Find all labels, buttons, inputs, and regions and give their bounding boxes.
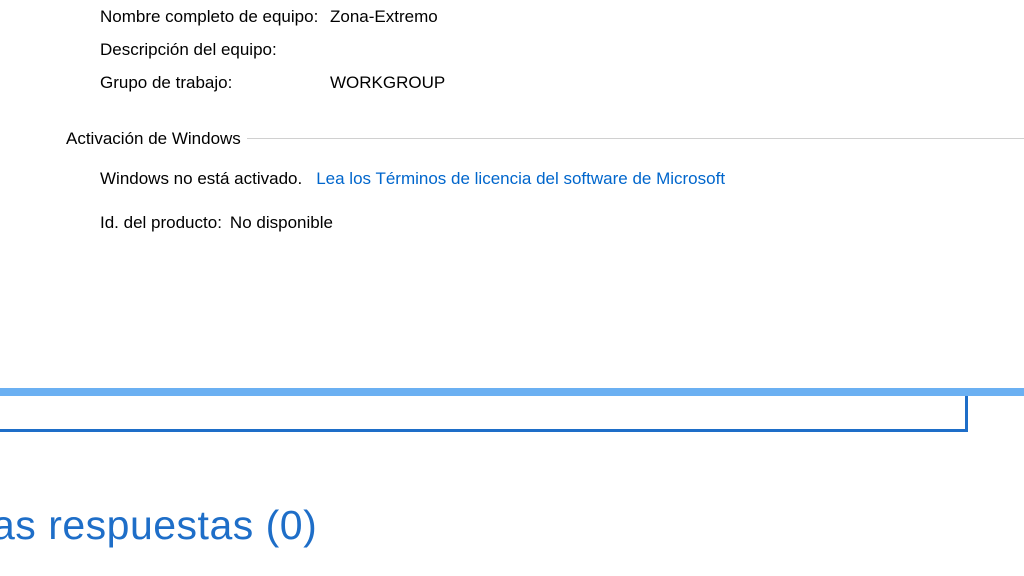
workgroup-value: WORKGROUP	[330, 72, 1024, 95]
activation-title: Activación de Windows	[66, 129, 247, 149]
license-terms-link[interactable]: Lea los Términos de licencia del softwar…	[316, 169, 725, 189]
product-id-value: No disponible	[230, 213, 333, 233]
description-value	[330, 39, 1024, 62]
system-info-panel: Nombre completo de equipo: Zona-Extremo …	[0, 0, 1024, 233]
product-id-label: Id. del producto:	[100, 213, 222, 233]
description-label: Descripción del equipo:	[100, 39, 330, 62]
computer-name-value: Zona-Extremo	[330, 6, 1024, 29]
activation-section-header: Activación de Windows	[66, 129, 1024, 149]
description-row: Descripción del equipo:	[100, 39, 1024, 62]
workgroup-row: Grupo de trabajo: WORKGROUP	[100, 72, 1024, 95]
activation-status-row: Windows no está activado. Lea los Términ…	[100, 169, 1024, 189]
computer-name-label: Nombre completo de equipo:	[100, 6, 330, 29]
computer-name-row: Nombre completo de equipo: Zona-Extremo	[100, 6, 1024, 29]
activation-divider	[247, 138, 1024, 139]
responses-heading: as respuestas (0)	[0, 502, 317, 549]
activation-status-text: Windows no está activado.	[100, 169, 302, 189]
image-frame-body	[0, 396, 968, 432]
workgroup-label: Grupo de trabajo:	[100, 72, 330, 95]
image-frame-top-bar	[0, 388, 1024, 396]
image-frame-section	[0, 388, 1024, 432]
product-id-row: Id. del producto: No disponible	[100, 213, 1024, 233]
